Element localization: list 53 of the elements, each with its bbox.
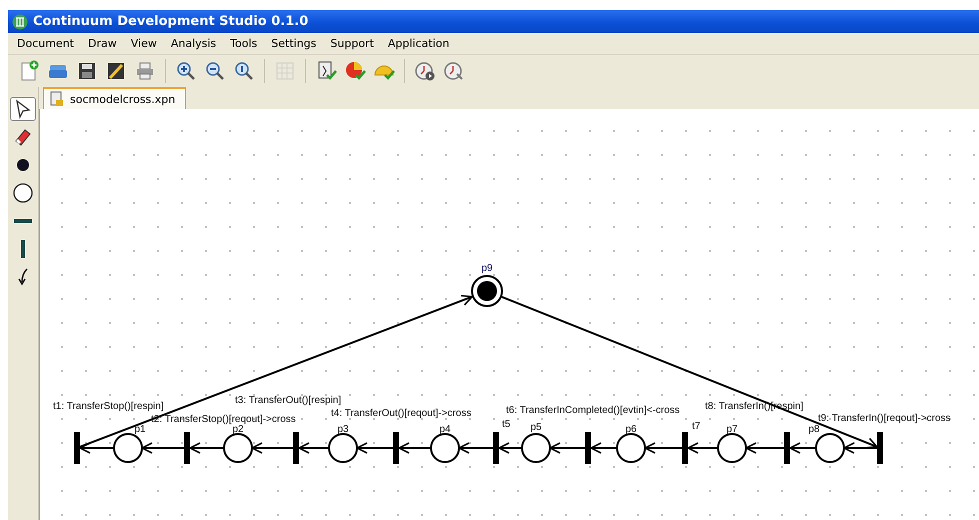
transition-bar: [877, 432, 883, 464]
transition-bar: [682, 432, 688, 464]
zoom-in-icon: [175, 60, 197, 82]
place-label: p1: [134, 424, 146, 435]
transition-label: t1: TransferStop()[respin]: [53, 401, 164, 412]
menu-item[interactable]: Analysis: [164, 37, 224, 50]
place-label: p9: [481, 263, 493, 274]
transition-bar: [784, 432, 790, 464]
transition-label: t6: TransferInCompleted()[evtin]<-cross: [506, 405, 680, 416]
save-icon: [76, 60, 98, 82]
zoom-icon: [233, 60, 255, 82]
app-logo-icon: [12, 14, 28, 30]
tab-label: socmodelcross.xpn: [70, 92, 176, 106]
transition-label: t9: TransferIn()[reqout]->cross: [818, 413, 951, 424]
menu-item[interactable]: Support: [323, 37, 381, 50]
clock-search-icon: [443, 60, 465, 82]
clock-play-icon: [414, 60, 436, 82]
transition-bar: [184, 432, 190, 464]
place-label: p7: [726, 424, 738, 435]
transition-bar: [74, 432, 80, 464]
place-label: p8: [808, 424, 820, 435]
grid-icon: [274, 60, 296, 82]
menu-item[interactable]: Tools: [223, 37, 264, 50]
tool-button[interactable]: [10, 97, 36, 121]
document-tab[interactable]: socmodelcross.xpn: [43, 87, 186, 109]
transition-bar: [493, 432, 499, 464]
transition-label: t5: [502, 419, 510, 430]
place-label: p3: [337, 424, 349, 435]
ball-check-icon: [344, 60, 366, 82]
menu-item[interactable]: Application: [380, 37, 456, 50]
print-icon: [134, 60, 156, 82]
menu-item[interactable]: Draw: [81, 37, 124, 50]
transition-label: t7: [692, 421, 700, 432]
place-label: p5: [530, 422, 542, 433]
transition-bar: [293, 432, 299, 464]
edit-icon: [105, 60, 127, 82]
place-label: p2: [232, 424, 244, 435]
place-label: p4: [439, 424, 451, 435]
window-title: Continuum Development Studio 0.1.0: [33, 14, 308, 29]
menu-item[interactable]: View: [124, 37, 164, 50]
menu-item[interactable]: Document: [10, 37, 81, 50]
canvas[interactable]: [39, 109, 979, 520]
vertical-bar-icon: [21, 240, 25, 258]
menu-item[interactable]: Settings: [264, 37, 324, 50]
transition-label: t4: TransferOut()[reqout]->cross: [331, 408, 472, 419]
place-icon: [12, 182, 34, 204]
transition-bar: [393, 432, 399, 464]
transition-label: t3: TransferOut()[respin]: [235, 395, 342, 406]
transition-bar: [585, 432, 591, 464]
zoom-out-icon: [204, 60, 226, 82]
horizontal-bar-icon: [14, 219, 32, 223]
place-label: p6: [625, 424, 637, 435]
document-icon: [50, 91, 64, 107]
